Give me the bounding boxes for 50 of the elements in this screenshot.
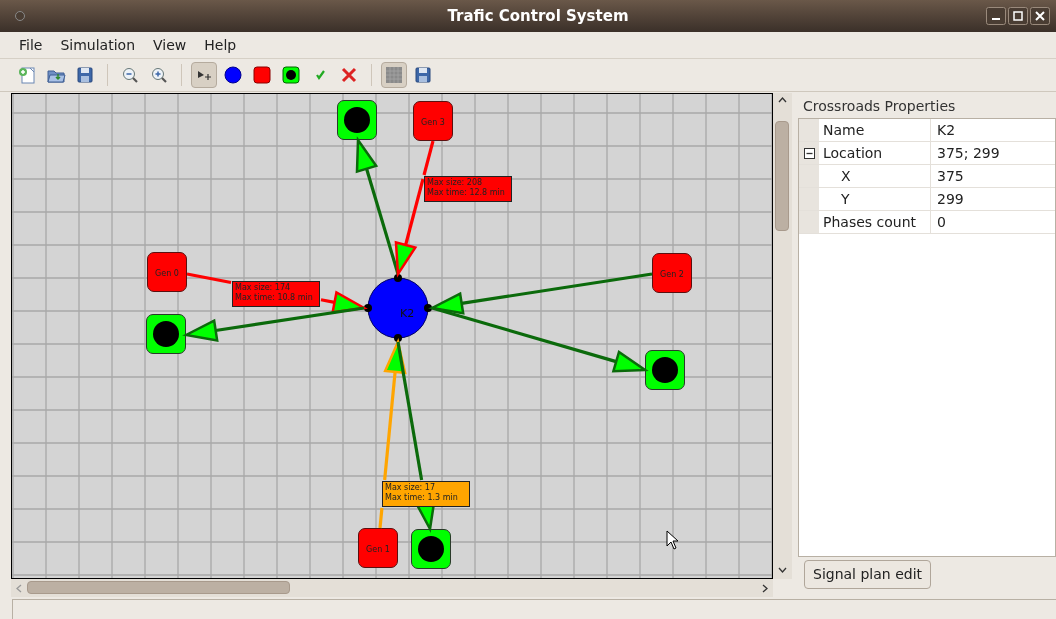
property-value[interactable]: K2 — [937, 119, 956, 141]
property-value[interactable]: 299 — [937, 188, 964, 210]
connector-arrow[interactable] — [182, 306, 365, 342]
scroll-up-icon[interactable] — [778, 97, 787, 103]
generator-node[interactable]: Gen 0 — [147, 252, 187, 292]
collapse-icon[interactable] — [803, 147, 815, 159]
property-value[interactable]: 375 — [937, 165, 964, 187]
scroll-right-icon[interactable] — [762, 584, 768, 593]
property-name: X — [841, 166, 851, 186]
generator-node[interactable]: Gen 2 — [652, 253, 692, 293]
vertical-scrollbar[interactable] — [773, 93, 792, 579]
panel-title: Crossroads Properties — [802, 97, 957, 116]
menu-item[interactable]: Simulation — [53, 32, 142, 58]
menu-item[interactable]: File — [12, 32, 50, 58]
property-value[interactable]: 375; 299 — [937, 142, 1000, 164]
generator-node[interactable]: Gen 1 — [358, 528, 398, 568]
property-value[interactable]: 0 — [937, 211, 946, 233]
label-line: Max size: 17 — [385, 483, 435, 493]
property-name: Phases count — [823, 212, 917, 232]
pointer-icon[interactable] — [191, 62, 217, 88]
scrollbar-thumb[interactable] — [27, 581, 290, 594]
sink-node[interactable] — [411, 529, 451, 569]
window-title: Trafic Control System — [447, 5, 629, 27]
crossroad-node[interactable] — [364, 274, 432, 342]
minimize-icon[interactable] — [986, 7, 1006, 25]
scrollbar-thumb[interactable] — [775, 121, 789, 231]
label-line: Max time: 12.8 min — [427, 188, 505, 198]
property-name: Location — [823, 143, 883, 163]
sink-node[interactable] — [146, 314, 186, 354]
sink-node[interactable] — [337, 100, 377, 140]
label-line: Max time: 10.8 min — [235, 293, 313, 303]
window-menu-icon[interactable] — [15, 11, 25, 21]
menu-item[interactable]: Help — [197, 32, 244, 58]
property-name: Name — [823, 120, 865, 140]
scroll-down-icon[interactable] — [778, 567, 787, 573]
diagram-canvas[interactable]: Gen 3 Max size: 208 Max time: 12.8 min Gen 0 Gen 2 Max size: 174 Max time: 10.8 min K2 Max size: 17 Max time: 1.3 min Gen 1 — [11, 93, 773, 579]
sink-node[interactable] — [645, 350, 685, 390]
signal-plan-edit-button[interactable]: Signal plan edit — [804, 560, 931, 589]
horizontal-scrollbar[interactable] — [11, 579, 773, 597]
label-line: Max time: 1.3 min — [385, 493, 458, 503]
close-icon[interactable] — [1030, 7, 1050, 25]
label-line: Max size: 208 — [427, 178, 483, 188]
property-name: Y — [841, 189, 850, 209]
cursor-icon — [666, 530, 680, 550]
label-line: Max size: 174 — [235, 283, 291, 293]
maximize-icon[interactable] — [1008, 7, 1028, 25]
generator-node[interactable]: Gen 3 — [413, 101, 453, 141]
connector-arrow[interactable] — [355, 136, 400, 275]
menu-item[interactable]: View — [146, 32, 194, 58]
crossroad-label: K2 — [400, 306, 415, 322]
